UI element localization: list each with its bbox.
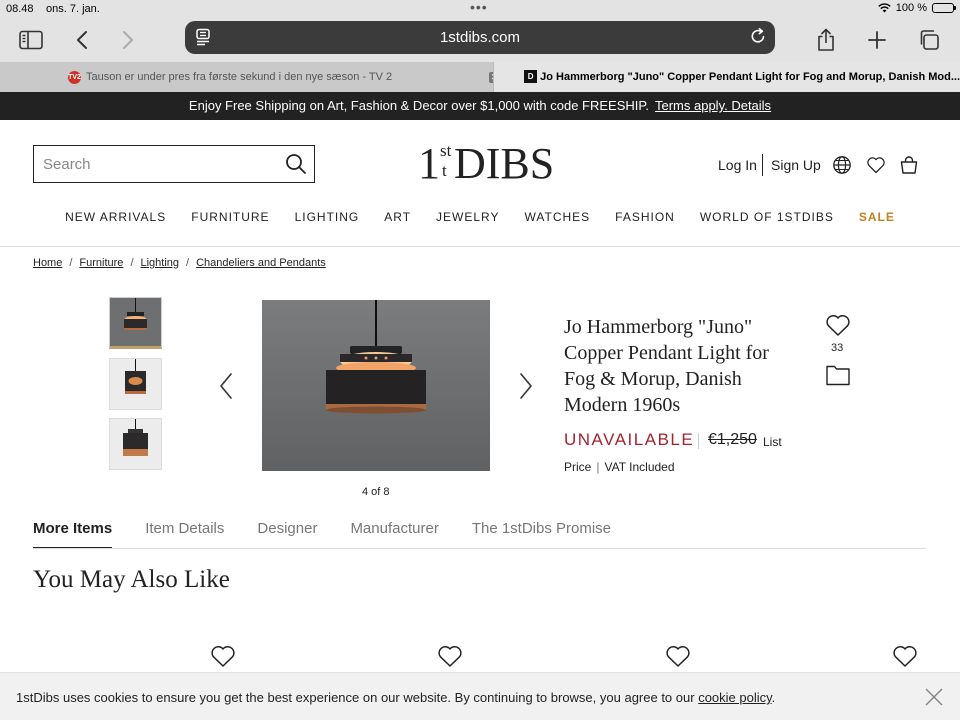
image-counter: 4 of 8	[362, 486, 390, 498]
breadcrumb-home[interactable]: Home	[33, 257, 62, 269]
chevron-left-icon[interactable]	[218, 372, 234, 400]
vat-label: VAT Included	[604, 460, 675, 474]
search-icon[interactable]	[285, 153, 307, 180]
detail-tabs: More Items Item Details Designer Manufac…	[33, 520, 644, 549]
logo-st: st	[440, 141, 452, 160]
heart-icon[interactable]	[866, 155, 886, 175]
back-icon[interactable]	[67, 25, 97, 55]
recommended-heart-icon[interactable]	[437, 644, 463, 668]
promo-banner: Enjoy Free Shipping on Art, Fashion & De…	[0, 92, 960, 120]
cookie-policy-link[interactable]: cookie policy	[698, 690, 771, 705]
price-label: Price	[564, 460, 592, 474]
tab-item-details[interactable]: Item Details	[145, 520, 224, 549]
status-badge: UNAVAILABLE	[564, 430, 695, 449]
share-icon[interactable]	[811, 25, 841, 55]
tab-title: Tauson er under pres fra første sekund i…	[86, 71, 393, 83]
breadcrumb: Home / Furniture / Lighting / Chandeliers and …	[33, 257, 326, 269]
1stdibs-favicon-icon: D	[524, 70, 538, 83]
url-text[interactable]: 1stdibs.com	[185, 29, 775, 46]
price-vat-line: Price | VAT Included	[564, 460, 675, 474]
cookie-message: 1stDibs uses cookies to ensure you get t…	[16, 690, 775, 705]
breadcrumb-lighting[interactable]: Lighting	[141, 257, 180, 269]
tab-strip: TV2 Tauson er under pres fra første seku…	[0, 62, 960, 92]
folder-icon[interactable]	[826, 364, 850, 386]
status-time: 08.48	[6, 3, 34, 15]
favorite-heart-icon[interactable]	[825, 313, 851, 337]
nav-world-of-1stdibs[interactable]: WORLD OF 1STDIBS	[700, 210, 834, 224]
status-bar: 08.48 ons. 7. jan. ••• 100 %	[0, 0, 960, 18]
auth-divider	[762, 154, 763, 176]
battery-icon	[932, 3, 956, 13]
nav-jewelry[interactable]: JEWELRY	[436, 210, 499, 224]
promo-text: Enjoy Free Shipping on Art, Fashion & De…	[188, 98, 649, 113]
nav-fashion[interactable]: FASHION	[615, 210, 675, 224]
favorite-count: 33	[831, 342, 844, 354]
close-icon[interactable]	[924, 687, 944, 707]
thumbnail-1[interactable]	[109, 297, 162, 349]
tab-more-items[interactable]: More Items	[33, 520, 113, 549]
logo-one: 1	[418, 139, 440, 188]
tab-manufacturer[interactable]: Manufacturer	[350, 520, 438, 549]
recommended-heart-icon[interactable]	[665, 644, 691, 668]
header-divider	[0, 246, 960, 247]
list-price: €1,250	[708, 431, 757, 448]
tab-designer[interactable]: Designer	[257, 520, 317, 549]
recommended-heart-icon[interactable]	[892, 644, 918, 668]
nav-furniture[interactable]: FURNITURE	[191, 210, 269, 224]
wifi-icon	[878, 3, 891, 13]
price-divider	[698, 433, 699, 449]
list-label: List	[763, 435, 782, 449]
plus-icon[interactable]	[862, 25, 892, 55]
browser-tab-tv2[interactable]: TV2 Tauson er under pres fra første seku…	[0, 62, 500, 92]
tab-title: Jo Hammerborg "Juno" Copper Pendant Ligh…	[540, 71, 960, 83]
recommended-heart-icon[interactable]	[210, 644, 236, 668]
globe-icon[interactable]	[832, 155, 852, 175]
promo-terms-link[interactable]: Terms apply. Details	[655, 98, 771, 113]
product-title: Jo Hammerborg "Juno" Copper Pendant Ligh…	[564, 316, 769, 416]
logo-t: t	[442, 161, 447, 180]
battery-percent: 100 %	[895, 2, 927, 14]
nav-lighting[interactable]: LIGHTING	[295, 210, 360, 224]
logo-dibs: DIBS	[454, 139, 555, 188]
thumbnail-2[interactable]	[109, 358, 162, 410]
reload-icon[interactable]	[749, 27, 767, 50]
login-link[interactable]: Log In	[718, 157, 757, 173]
nav-new-arrivals[interactable]: NEW ARRIVALS	[65, 210, 166, 224]
signup-link[interactable]: Sign Up	[771, 157, 821, 173]
tab-1stdibs-promise[interactable]: The 1stDibs Promise	[472, 520, 611, 549]
cookie-end: .	[771, 690, 776, 705]
site-logo[interactable]: 1 st t DIBS	[418, 139, 554, 188]
breadcrumb-furniture[interactable]: Furniture	[79, 257, 123, 269]
multitask-dots[interactable]: •••	[470, 0, 488, 14]
search-input[interactable]	[34, 146, 264, 182]
bag-icon[interactable]	[899, 155, 919, 175]
sidebar-icon[interactable]	[16, 25, 46, 55]
nav-sale[interactable]: SALE	[859, 210, 895, 224]
nav-art[interactable]: ART	[384, 210, 411, 224]
cookie-banner: 1stDibs uses cookies to ensure you get t…	[0, 672, 960, 720]
tabs-divider	[33, 548, 926, 549]
chevron-right-icon[interactable]	[518, 372, 534, 400]
main-nav: NEW ARRIVALS FURNITURE LIGHTING ART JEWE…	[0, 210, 960, 224]
product-main-image[interactable]	[262, 300, 490, 471]
tv2-favicon-icon: TV2	[68, 71, 81, 84]
browser-toolbar: 1stdibs.com	[0, 18, 960, 62]
thumbnail-3[interactable]	[109, 418, 162, 470]
section-title: You May Also Like	[33, 566, 230, 593]
browser-tab-1stdibs[interactable]: D Jo Hammerborg "Juno" Copper Pendant Li…	[493, 62, 960, 92]
address-bar[interactable]: 1stdibs.com	[185, 21, 775, 54]
tabs-icon[interactable]	[914, 25, 944, 55]
breadcrumb-chandeliers[interactable]: Chandeliers and Pendants	[196, 257, 326, 269]
cookie-text: 1stDibs uses cookies to ensure you get t…	[16, 690, 695, 705]
search-box[interactable]	[33, 145, 315, 183]
status-date: ons. 7. jan.	[46, 3, 100, 15]
forward-icon[interactable]	[113, 25, 143, 55]
status-right: 100 %	[878, 2, 956, 14]
nav-watches[interactable]: WATCHES	[525, 210, 591, 224]
